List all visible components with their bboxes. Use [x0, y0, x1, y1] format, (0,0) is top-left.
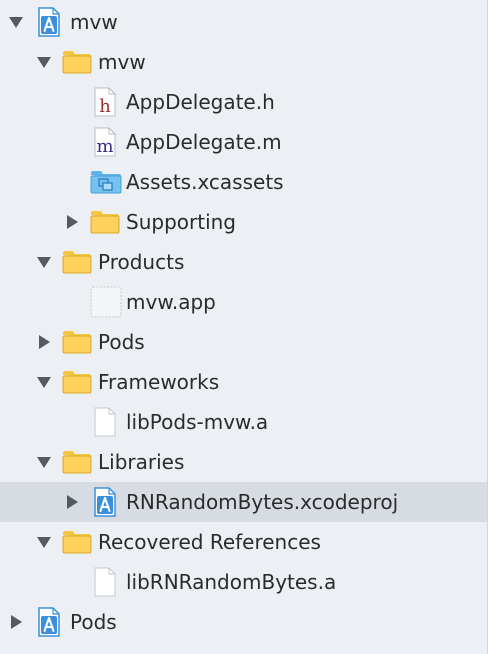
navigator-item-label: Recovered References: [98, 530, 321, 554]
project-navigator: mvw mvw h AppDelegate.h m AppDelegate.m …: [0, 0, 488, 654]
disclosure-expanded-icon[interactable]: [36, 254, 52, 270]
navigator-item-label: Supporting: [126, 210, 236, 234]
navigator-item-label: AppDelegate.h: [126, 90, 275, 114]
navigator-row-group-products[interactable]: Products: [0, 242, 487, 282]
navigator-row-file-libpods-mvw-a[interactable]: libPods-mvw.a: [0, 402, 487, 442]
xcode-project-icon: [36, 607, 62, 637]
navigator-item-label: Pods: [98, 330, 145, 354]
disclosure-collapsed-icon[interactable]: [64, 214, 80, 230]
navigator-row-project-rnrandombytes[interactable]: RNRandomBytes.xcodeproj: [0, 482, 487, 522]
folder-icon: [90, 207, 120, 237]
navigator-item-label: mvw.app: [126, 290, 216, 314]
navigator-row-group-pods[interactable]: Pods: [0, 322, 487, 362]
navigator-row-project-pods[interactable]: Pods: [0, 602, 487, 642]
disclosure-expanded-icon[interactable]: [36, 454, 52, 470]
navigator-row-file-assets-xcassets[interactable]: Assets.xcassets: [0, 162, 487, 202]
navigator-item-label: Pods: [70, 610, 117, 634]
navigator-item-label: mvw: [70, 10, 118, 34]
svg-text:m: m: [96, 136, 113, 157]
disclosure-collapsed-icon[interactable]: [8, 614, 24, 630]
header-file-icon: h: [92, 87, 118, 117]
disclosure-expanded-icon[interactable]: [36, 54, 52, 70]
navigator-item-label: AppDelegate.m: [126, 130, 282, 154]
folder-icon: [62, 327, 92, 357]
navigator-item-label: libPods-mvw.a: [126, 410, 269, 434]
navigator-row-group-recovered-references[interactable]: Recovered References: [0, 522, 487, 562]
document-icon: [92, 407, 118, 437]
navigator-row-file-librnrandombytes-a[interactable]: libRNRandomBytes.a: [0, 562, 487, 602]
navigator-item-label: mvw: [98, 50, 146, 74]
disclosure-collapsed-icon[interactable]: [36, 334, 52, 350]
navigator-row-file-appdelegate-m[interactable]: m AppDelegate.m: [0, 122, 487, 162]
asset-catalog-folder-icon: [90, 167, 122, 197]
xcode-project-icon: [36, 7, 62, 37]
navigator-item-label: Frameworks: [98, 370, 220, 394]
navigator-row-group-mvw[interactable]: mvw: [0, 42, 487, 82]
folder-icon: [62, 47, 92, 77]
folder-icon: [62, 447, 92, 477]
navigator-item-label: Libraries: [98, 450, 185, 474]
folder-icon: [62, 367, 92, 397]
disclosure-expanded-icon[interactable]: [36, 374, 52, 390]
disclosure-collapsed-icon[interactable]: [64, 494, 80, 510]
app-product-icon: [90, 286, 122, 318]
folder-icon: [62, 247, 92, 277]
navigator-item-label: libRNRandomBytes.a: [126, 570, 337, 594]
disclosure-expanded-icon[interactable]: [8, 14, 24, 30]
disclosure-expanded-icon[interactable]: [36, 534, 52, 550]
navigator-row-file-mvw-app[interactable]: mvw.app: [0, 282, 487, 322]
objc-source-file-icon: m: [92, 127, 118, 157]
navigator-item-label: Assets.xcassets: [126, 170, 284, 194]
navigator-row-group-frameworks[interactable]: Frameworks: [0, 362, 487, 402]
navigator-row-project-mvw[interactable]: mvw: [0, 2, 487, 42]
folder-icon: [62, 527, 92, 557]
navigator-row-group-supporting[interactable]: Supporting: [0, 202, 487, 242]
navigator-item-label: RNRandomBytes.xcodeproj: [126, 490, 399, 514]
navigator-row-group-libraries[interactable]: Libraries: [0, 442, 487, 482]
navigator-item-label: Products: [98, 250, 185, 274]
svg-text:h: h: [99, 96, 111, 117]
xcode-project-icon: [92, 487, 118, 517]
document-icon: [92, 567, 118, 597]
navigator-row-file-appdelegate-h[interactable]: h AppDelegate.h: [0, 82, 487, 122]
